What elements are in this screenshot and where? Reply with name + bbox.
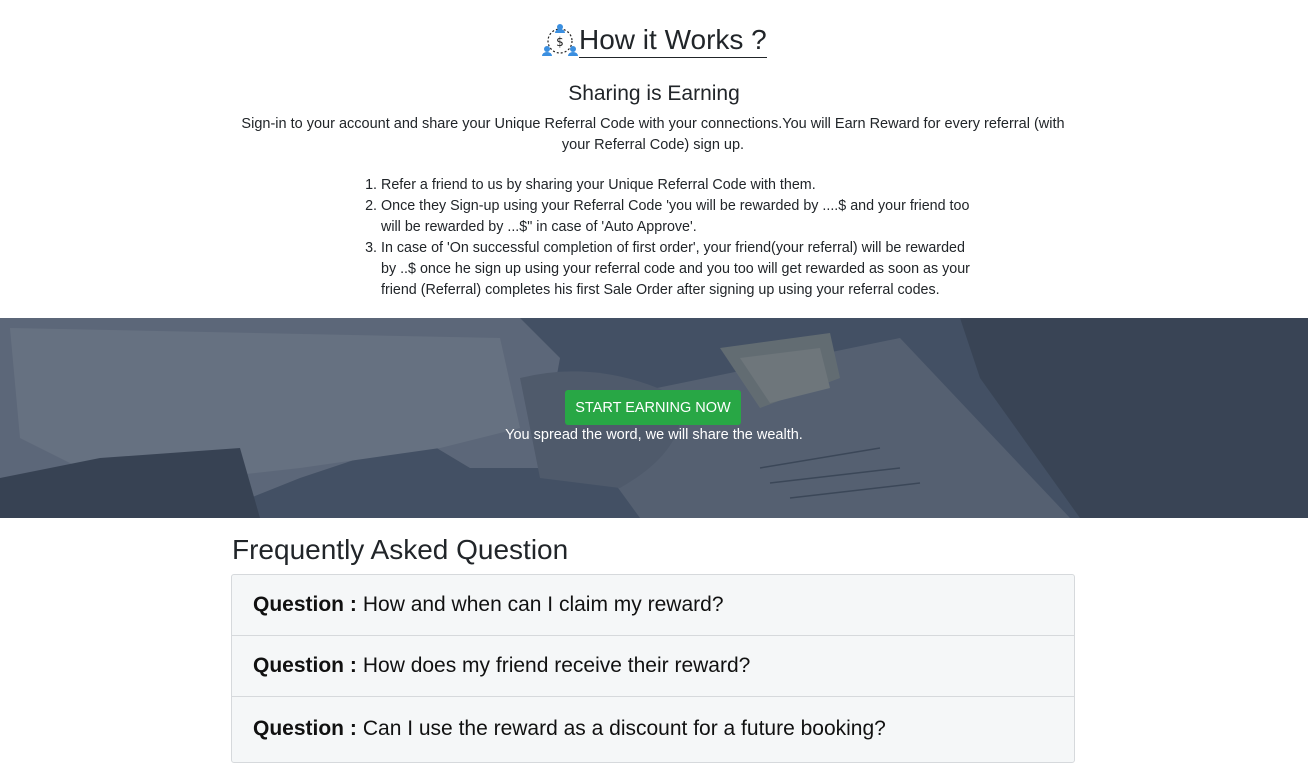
question-prefix: Question : (253, 716, 357, 740)
svg-text:$: $ (556, 35, 564, 49)
faq-title: Frequently Asked Question (232, 534, 569, 565)
question-prefix: Question : (253, 654, 357, 677)
faq-question-text: How and when can I claim my reward? (362, 593, 724, 616)
start-earning-button[interactable]: START EARNING NOW (565, 390, 741, 425)
faq-question-item[interactable]: Question : How and when can I claim my r… (232, 575, 1074, 636)
section-subtitle: Sharing is Earning (568, 82, 740, 105)
question-prefix: Question : (253, 593, 357, 616)
faq-question-item[interactable]: Question : Can I use the reward as a dis… (232, 697, 1074, 760)
banner-tagline: You spread the word, we will share the w… (505, 427, 803, 443)
step-item: Once they Sign-up using your Referral Co… (381, 196, 981, 238)
section-description: Sign-in to your account and share your U… (241, 116, 1065, 153)
how-it-works-heading: $ How it Works ? (541, 22, 767, 58)
faq-question-item[interactable]: Question : How does my friend receive th… (232, 636, 1074, 697)
faq-accordion: Question : How and when can I claim my r… (231, 574, 1075, 763)
page-title: How it Works ? (579, 23, 767, 58)
how-it-works-section: $ How it Works ? Sharing is Earning Sign… (0, 0, 1308, 318)
step-item: In case of 'On successful completion of … (381, 238, 981, 301)
faq-question-text: How does my friend receive their reward? (362, 654, 751, 677)
earning-banner: START EARNING NOW You spread the word, w… (0, 318, 1308, 518)
steps-list: Refer a friend to us by sharing your Uni… (362, 175, 981, 301)
referral-money-icon: $ (542, 24, 578, 56)
step-item: Refer a friend to us by sharing your Uni… (381, 175, 981, 196)
faq-question-text: Can I use the reward as a discount for a… (362, 716, 886, 740)
